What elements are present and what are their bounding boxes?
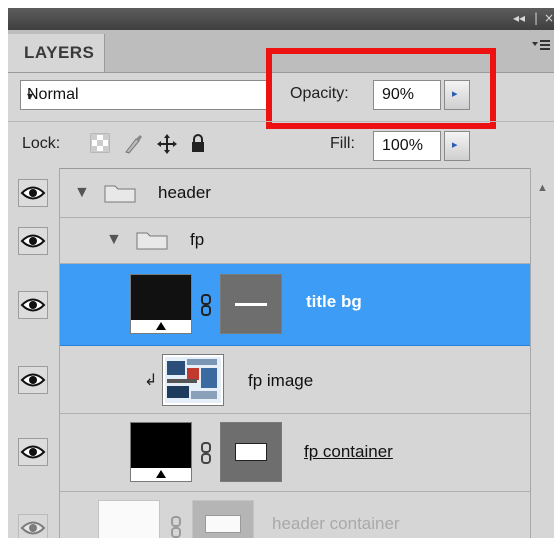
link-chain-icon[interactable] [201,294,211,316]
lock-transparent-pixels-icon[interactable] [90,133,110,153]
eye-icon[interactable] [18,227,48,255]
title-separator: | [534,11,539,25]
clipping-mask-icon: ↲ [144,372,158,389]
layer-name[interactable]: header container [272,514,400,534]
collapse-icon[interactable]: ◂◂ [513,11,525,25]
fill-value: 100% [382,137,423,154]
scroll-up-icon[interactable]: ▲ [537,182,548,194]
folder-icon [136,230,168,250]
layer-row-fp[interactable]: ▼ fp [8,218,530,264]
panel-menu-icon[interactable] [532,38,550,55]
layer-content[interactable]: ↲ fp image [60,346,530,414]
play-arrow-icon: ▸ [452,139,458,151]
fill-slider-button[interactable]: ▸ [444,131,470,161]
layer-content[interactable]: header container [60,492,530,538]
eye-icon[interactable] [18,291,48,319]
layer-name[interactable]: fp [190,230,204,250]
layer-thumbnail [130,274,192,334]
tab-layers[interactable]: LAYERS [8,34,105,72]
layer-row-header[interactable]: ▼ header [8,168,530,218]
eye-icon[interactable] [18,438,48,466]
scrollbar[interactable]: ▲ [530,168,554,538]
layer-content[interactable]: title bg [60,264,530,346]
expand-triangle-icon[interactable]: ▼ [74,184,90,202]
tab-layers-label: LAYERS [24,43,95,62]
layer-name[interactable]: fp image [248,371,313,391]
fill-label: Fill: [330,135,355,152]
lock-fill-row: Lock: Fill: 100% ▸ [8,121,554,169]
vector-mask-thumbnail [192,500,254,538]
layer-content[interactable]: ▼ header [60,168,530,218]
layer-name[interactable]: header [158,183,211,203]
layers-list: ▼ header ▼ fp title bg ↲ fp image fp con… [8,168,554,538]
image-thumbnail [162,354,224,406]
layer-row-fp-container[interactable]: fp container [8,414,530,492]
link-chain-icon[interactable] [171,516,181,538]
layer-content[interactable]: fp container [60,414,530,492]
expand-triangle-icon[interactable]: ▼ [106,231,122,249]
lock-all-icon[interactable] [188,133,208,153]
highlight-box [266,48,496,129]
layer-content[interactable]: ▼ fp [60,218,530,264]
lock-label: Lock: [22,135,61,152]
layers-panel: ◂◂ | × LAYERS Normal ▾ Opacity: 90% ▸ Lo… [8,8,554,538]
folder-icon [104,183,136,203]
layer-name[interactable]: fp container [304,442,393,462]
blend-mode-select[interactable]: Normal ▾ [20,80,270,110]
fill-input[interactable]: 100% [373,131,441,161]
vector-mask-thumbnail [220,274,282,334]
layer-thumbnail [130,422,192,482]
layer-row-fp-image[interactable]: ↲ fp image [8,346,530,414]
eye-icon[interactable] [18,366,48,394]
eye-icon[interactable] [18,179,48,207]
lock-image-pixels-icon[interactable] [122,133,142,154]
layer-thumbnail [98,500,160,538]
panel-title-bar: ◂◂ | × [8,8,554,30]
layer-row-title-bg[interactable]: title bg [8,264,530,346]
close-icon[interactable]: × [544,11,554,25]
eye-icon[interactable] [18,514,48,538]
link-chain-icon[interactable] [201,442,211,464]
lock-position-icon[interactable] [156,133,177,154]
layer-name[interactable]: title bg [306,292,362,312]
chevron-down-icon[interactable]: ▾ [27,89,287,103]
vector-mask-thumbnail [220,422,282,482]
layer-row-header-container[interactable]: header container [8,492,530,538]
